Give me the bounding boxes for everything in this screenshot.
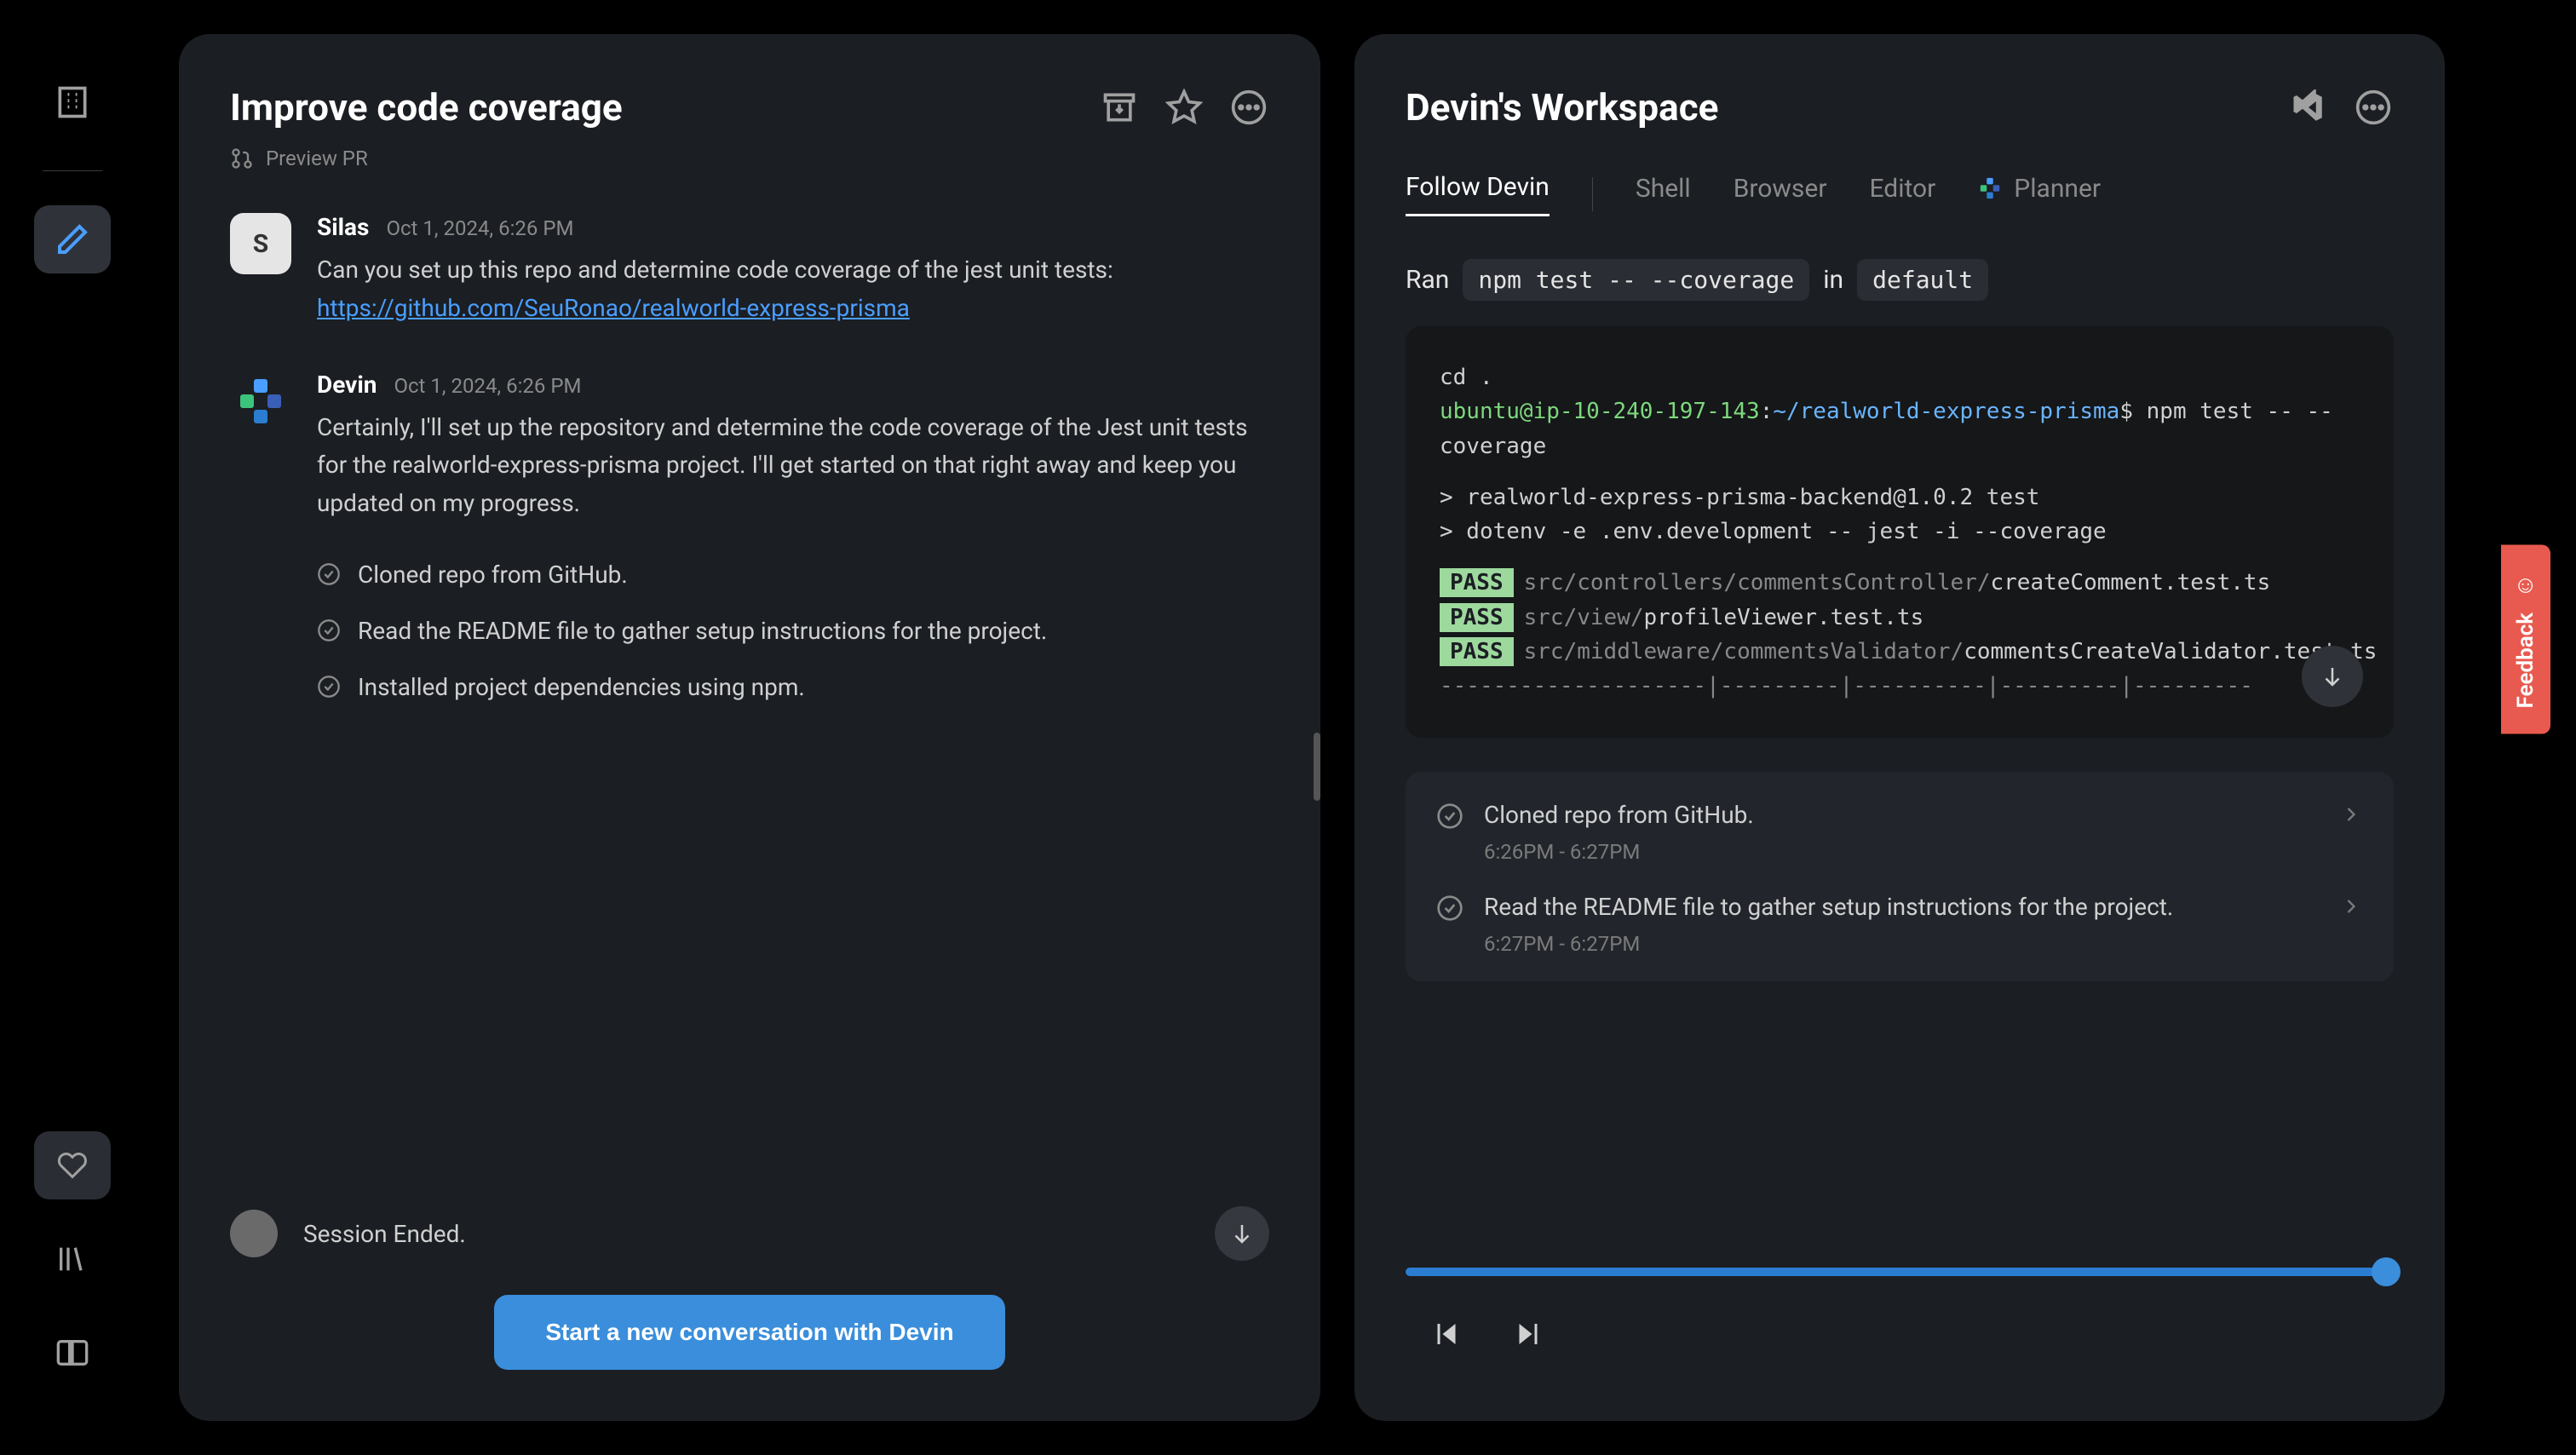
progress-slider[interactable] (1406, 1268, 2394, 1276)
sidebar (0, 34, 145, 1421)
feedback-button[interactable]: Feedback ☺ (2501, 545, 2550, 734)
tab-shell[interactable]: Shell (1636, 174, 1691, 216)
workspace-title: Devin's Workspace (1406, 85, 1718, 129)
session-status-dot (230, 1210, 278, 1257)
terminal-scroll-down-icon[interactable] (2302, 646, 2363, 707)
command-code: npm test -- --coverage (1463, 259, 1809, 301)
msg-author: Devin (317, 371, 377, 399)
edit-icon[interactable] (34, 205, 111, 273)
progress-handle[interactable] (2372, 1257, 2401, 1286)
activity-list: Cloned repo from GitHub. 6:26PM - 6:27PM… (1406, 772, 2394, 981)
session-status: Session Ended. (303, 1220, 1189, 1248)
archive-icon[interactable] (1099, 87, 1140, 128)
activity-item[interactable]: Read the README file to gather setup ins… (1436, 889, 2363, 956)
message-devin: Devin Oct 1, 2024, 6:26 PM Certainly, I'… (230, 371, 1269, 705)
checklist-item: Installed project dependencies using npm… (317, 670, 1269, 705)
star-icon[interactable] (1164, 87, 1205, 128)
command-summary: Ran npm test -- --coverage in default (1406, 259, 2394, 301)
msg-time: Oct 1, 2024, 6:26 PM (386, 216, 573, 240)
library-icon[interactable] (34, 1225, 111, 1293)
heart-icon[interactable] (34, 1131, 111, 1199)
vscode-icon[interactable] (2288, 87, 2329, 128)
docs-icon[interactable] (34, 1319, 111, 1387)
divider (43, 170, 102, 171)
msg-author: Silas (317, 213, 369, 241)
msg-text: Can you set up this repo and determine c… (317, 251, 1269, 328)
tab-browser[interactable]: Browser (1734, 174, 1827, 216)
preview-pr-link[interactable]: Preview PR (230, 147, 1269, 170)
scrollbar[interactable] (1314, 733, 1320, 801)
smiley-icon: ☺ (2514, 571, 2539, 599)
avatar: S (230, 213, 291, 274)
preview-pr-label: Preview PR (266, 147, 368, 170)
chevron-right-icon (2339, 802, 2363, 826)
scroll-down-icon[interactable] (1215, 1206, 1269, 1261)
terminal-output: cd . ubuntu@ip-10-240-197-143:~/realworl… (1406, 326, 2394, 738)
checklist-item: Read the README file to gather setup ins… (317, 613, 1269, 649)
chevron-right-icon (2339, 894, 2363, 918)
activity-item[interactable]: Cloned repo from GitHub. 6:26PM - 6:27PM (1436, 797, 2363, 864)
new-conversation-button[interactable]: Start a new conversation with Devin (494, 1295, 1004, 1370)
command-target: default (1857, 259, 1988, 301)
conversation-panel: Improve code coverage Preview PR (179, 34, 1320, 1421)
next-icon[interactable] (1513, 1319, 1544, 1353)
org-icon[interactable] (34, 68, 111, 136)
checklist-item: Cloned repo from GitHub. (317, 557, 1269, 593)
devin-avatar (230, 371, 291, 432)
msg-time: Oct 1, 2024, 6:26 PM (394, 374, 581, 398)
tab-planner[interactable]: Planner (1978, 174, 2101, 216)
tab-follow[interactable]: Follow Devin (1406, 172, 1550, 216)
workspace-tabs: Follow Devin Shell Browser Editor Planne… (1406, 172, 2394, 216)
repo-link[interactable]: https://github.com/SeuRonao/realworld-ex… (317, 294, 910, 322)
divider (1592, 177, 1593, 211)
msg-text: Certainly, I'll set up the repository an… (317, 409, 1269, 523)
message-user: S Silas Oct 1, 2024, 6:26 PM Can you set… (230, 213, 1269, 328)
playback-controls (1406, 1242, 2394, 1370)
more-icon[interactable] (1228, 87, 1269, 128)
tab-editor[interactable]: Editor (1870, 174, 1936, 216)
page-title: Improve code coverage (230, 85, 623, 129)
prev-icon[interactable] (1431, 1319, 1462, 1353)
more-icon[interactable] (2353, 87, 2394, 128)
workspace-panel: Devin's Workspace Follow Devin Shell Bro… (1354, 34, 2445, 1421)
